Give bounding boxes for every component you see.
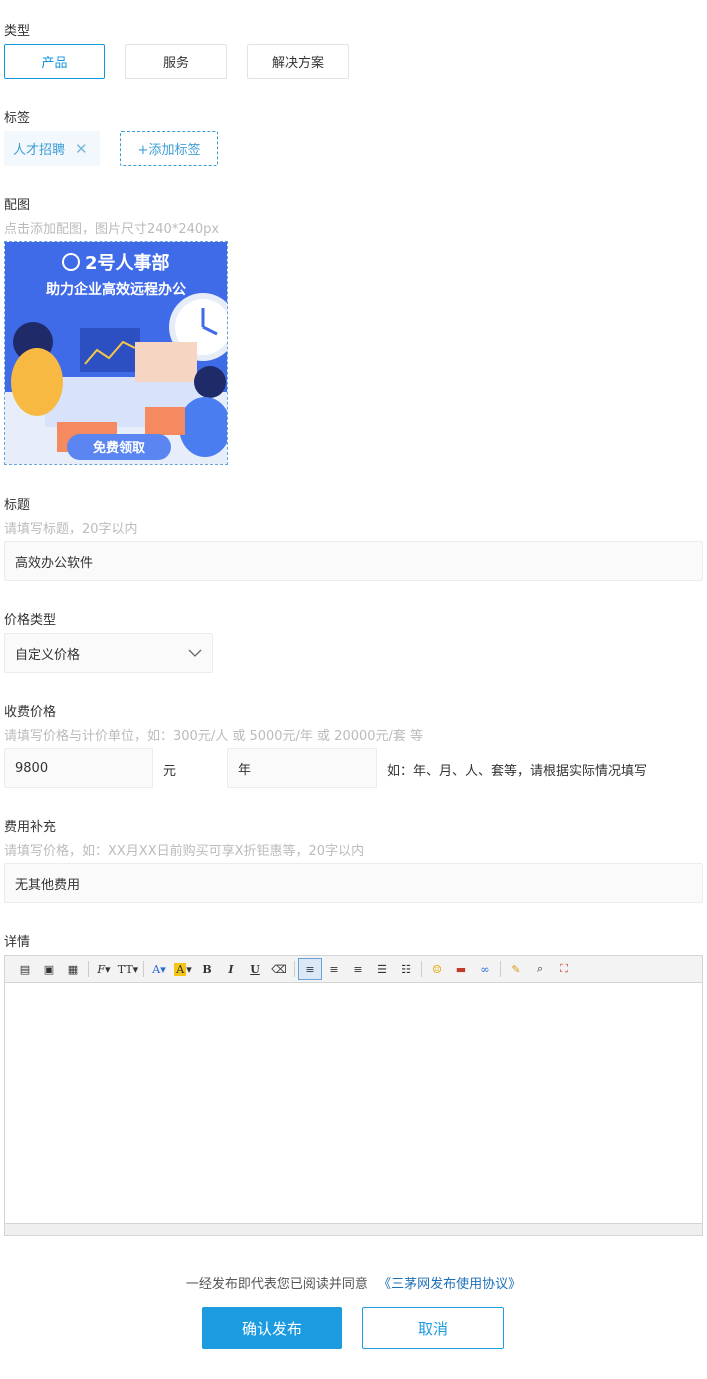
link-icon[interactable]: ∞: [473, 958, 497, 980]
fee-hint: 请填写价格，如：XX月XX日前购买可享X折钜惠等，20字以内: [4, 844, 365, 859]
banner-cta: 免费领取: [93, 440, 146, 456]
clear-format-icon[interactable]: ✎: [504, 958, 528, 980]
tag-chip: 人才招聘 ✕: [4, 131, 100, 166]
editor-resize-bar[interactable]: [5, 1223, 702, 1235]
detail-label: 详情: [4, 935, 31, 950]
toolbar-divider: [143, 961, 144, 977]
price-type-value: 自定义价格: [15, 647, 81, 663]
tag-chip-text: 人才招聘: [13, 143, 66, 158]
image-hint: 点击添加配图，图片尺寸240*240px: [4, 222, 220, 237]
title-label: 标题: [4, 498, 31, 513]
unit-hint: 如：年、月、人、套等，请根据实际情况填写: [387, 764, 648, 779]
toolbar-divider: [500, 961, 501, 977]
image-insert-icon[interactable]: ▬: [449, 958, 473, 980]
currency-label: 元: [163, 764, 177, 779]
font-family-icon[interactable]: F ▾: [92, 958, 116, 980]
price-hint: 请填写价格与计价单位，如：300元/人 或 5000元/年 或 20000元/套…: [4, 729, 424, 744]
unordered-list-icon[interactable]: ☷: [394, 958, 418, 980]
agreement-link[interactable]: 《三茅网发布使用协议》: [378, 1277, 521, 1292]
image-label: 配图: [4, 198, 31, 213]
cancel-button[interactable]: 取消: [362, 1307, 504, 1349]
align-left-icon[interactable]: ≡: [298, 958, 322, 980]
bold-icon[interactable]: B: [195, 958, 219, 980]
toolbar-divider: [421, 961, 422, 977]
add-tag-button[interactable]: +添加标签: [120, 131, 218, 166]
font-color-icon[interactable]: A▾: [147, 958, 171, 980]
type-label: 类型: [4, 24, 31, 39]
price-unit-input[interactable]: 年: [227, 748, 377, 788]
agreement-line: 一经发布即代表您已阅读并同意 《三茅网发布使用协议》: [0, 1273, 707, 1292]
copy-icon[interactable]: ▤: [13, 958, 37, 980]
toolbar-divider: [88, 961, 89, 977]
price-type-select[interactable]: 自定义价格: [4, 633, 213, 673]
ordered-list-icon[interactable]: ☰: [370, 958, 394, 980]
underline-icon[interactable]: U: [243, 958, 267, 980]
banner-brand: 2号人事部: [85, 252, 170, 274]
type-option-solution[interactable]: 解决方案: [247, 44, 349, 79]
font-size-icon[interactable]: TT▾: [116, 958, 140, 980]
highlight-color-icon[interactable]: A ▾: [171, 958, 195, 980]
close-icon[interactable]: ✕: [75, 140, 88, 158]
price-label: 收费价格: [4, 705, 57, 720]
toolbar-divider: [294, 961, 295, 977]
title-input[interactable]: 高效办公软件: [4, 541, 703, 581]
fullscreen-icon[interactable]: ⛶: [552, 958, 576, 980]
align-center-icon[interactable]: ≡: [322, 958, 346, 980]
editor-toolbar: ▤ ▣ ▦ F ▾ TT▾ A▾ A ▾ B I U ⌫ ≡ ≡ ≡ ☰ ☷ ☺ ▬…: [4, 955, 703, 983]
price-amount-input[interactable]: 9800: [4, 748, 153, 788]
align-right-icon[interactable]: ≡: [346, 958, 370, 980]
eraser-icon[interactable]: ⌫: [267, 958, 291, 980]
agreement-prefix: 一经发布即代表您已阅读并同意: [185, 1277, 368, 1292]
price-type-label: 价格类型: [4, 613, 57, 628]
chevron-down-icon: [188, 649, 202, 657]
fee-input[interactable]: 无其他费用: [4, 863, 703, 903]
title-hint: 请填写标题，20字以内: [4, 522, 138, 537]
type-option-product[interactable]: 产品: [4, 44, 105, 79]
paste-word-icon[interactable]: ▦: [61, 958, 85, 980]
italic-icon[interactable]: I: [219, 958, 243, 980]
preview-icon[interactable]: ⌕: [528, 958, 552, 980]
emoji-icon[interactable]: ☺: [425, 958, 449, 980]
submit-button[interactable]: 确认发布: [202, 1307, 342, 1349]
fee-label: 费用补充: [4, 820, 57, 835]
banner-headline: 助力企业高效远程办公: [46, 281, 186, 298]
banner-image: 2号人事部 助力企业高效远程办公 免费领取: [5, 242, 237, 464]
detail-editor[interactable]: [4, 983, 703, 1236]
paste-icon[interactable]: ▣: [37, 958, 61, 980]
image-upload-box[interactable]: 2号人事部 助力企业高效远程办公 免费领取: [4, 241, 237, 465]
type-option-service[interactable]: 服务: [125, 44, 227, 79]
tag-label: 标签: [4, 111, 31, 126]
